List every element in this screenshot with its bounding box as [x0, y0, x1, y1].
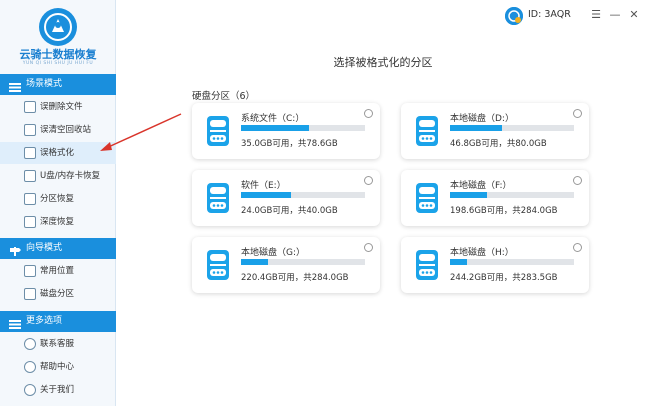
user-id: ID: 3AQR: [528, 9, 571, 20]
hard-disk-icon: [414, 181, 440, 215]
partition-capacity: 198.6GB可用，共284.0GB: [450, 206, 558, 216]
partition-radio[interactable]: [573, 109, 582, 118]
page-title: 选择被格式化的分区: [333, 56, 433, 69]
partition-card[interactable]: 本地磁盘（H:） 244.2GB可用，共283.5GB: [401, 237, 589, 293]
partition-capacity: 244.2GB可用，共283.5GB: [450, 273, 558, 283]
section-scene-mode: 场景模式: [0, 74, 116, 95]
app-logo: 云骑士数据恢复 YUN QI SHI SHU JU HUI FU: [0, 0, 116, 72]
partition-name: 本地磁盘（F:）: [450, 181, 512, 191]
sidebar-item-customer-service[interactable]: 联系客服: [0, 333, 116, 355]
hard-disk-icon: [414, 248, 440, 282]
partition-card[interactable]: 本地磁盘（G:） 220.4GB可用，共284.0GB: [192, 237, 380, 293]
partition-capacity: 24.0GB可用，共40.0GB: [241, 206, 338, 216]
usb-drive-icon: [24, 170, 36, 182]
sidebar-item-disk-partition[interactable]: 磁盘分区: [0, 283, 116, 305]
close-button[interactable]: ✕: [628, 9, 640, 21]
section-more-options: 更多选项: [0, 311, 116, 332]
section-wizard-mode: 向导模式: [0, 238, 116, 259]
deep-scan-icon: [24, 216, 36, 228]
file-delete-icon: [24, 101, 36, 113]
partition-radio[interactable]: [364, 176, 373, 185]
partition-name: 本地磁盘（G:）: [241, 248, 306, 258]
usage-bar: [241, 192, 365, 198]
usage-bar: [450, 192, 574, 198]
sidebar-item-help-center[interactable]: 帮助中心: [0, 356, 116, 378]
usage-bar: [241, 125, 365, 131]
usage-bar-fill: [450, 192, 488, 198]
partition-name: 系统文件（C:）: [241, 114, 305, 124]
hard-disk-icon: [205, 181, 231, 215]
sidebar-item-partition-recovery[interactable]: 分区恢复: [0, 188, 116, 210]
app-subtitle: YUN QI SHI SHU JU HUI FU: [22, 61, 94, 66]
partition-radio[interactable]: [573, 243, 582, 252]
partition-capacity: 35.0GB可用，共78.6GB: [241, 139, 338, 149]
common-location-icon: [24, 265, 36, 277]
usage-bar: [450, 259, 574, 265]
partition-icon: [24, 193, 36, 205]
partition-group-label: 硬盘分区（6）: [192, 91, 256, 102]
user-avatar-icon[interactable]: [505, 7, 523, 25]
menu-icon: [9, 317, 21, 329]
about-icon: [24, 384, 36, 396]
sidebar-item-formatted[interactable]: 误格式化: [0, 142, 116, 164]
app-name: 云骑士数据恢复: [19, 48, 97, 61]
minimize-button[interactable]: —: [609, 9, 621, 21]
recycle-bin-icon: [24, 124, 36, 136]
sidebar-item-common-location[interactable]: 常用位置: [0, 260, 116, 282]
disk-format-icon: [24, 147, 36, 159]
partition-card[interactable]: 本地磁盘（D:） 46.8GB可用，共80.0GB: [401, 103, 589, 159]
partition-name: 软件（E:）: [241, 181, 286, 191]
partition-capacity: 46.8GB可用，共80.0GB: [450, 139, 547, 149]
hard-disk-icon: [205, 248, 231, 282]
usage-bar: [241, 259, 365, 265]
customer-service-icon: [24, 338, 36, 350]
hard-disk-icon: [205, 114, 231, 148]
usage-bar-fill: [241, 125, 310, 131]
partition-radio[interactable]: [573, 176, 582, 185]
partition-card[interactable]: 本地磁盘（F:） 198.6GB可用，共284.0GB: [401, 170, 589, 226]
signpost-icon: [9, 244, 21, 256]
menu-button[interactable]: ☰: [590, 9, 602, 21]
sidebar-item-deep-recovery[interactable]: 深度恢复: [0, 211, 116, 233]
sidebar: 云骑士数据恢复 YUN QI SHI SHU JU HUI FU 场景模式 误删…: [0, 0, 116, 406]
app-window: 云骑士数据恢复 YUN QI SHI SHU JU HUI FU 场景模式 误删…: [0, 0, 650, 406]
usage-bar-fill: [450, 259, 468, 265]
partition-capacity: 220.4GB可用，共284.0GB: [241, 273, 349, 283]
partition-radio[interactable]: [364, 109, 373, 118]
partition-card[interactable]: 系统文件（C:） 35.0GB可用，共78.6GB: [192, 103, 380, 159]
sidebar-item-recycle-bin[interactable]: 误清空回收站: [0, 119, 116, 141]
disk-partition-icon: [24, 288, 36, 300]
hard-disk-icon: [414, 114, 440, 148]
partition-radio[interactable]: [364, 243, 373, 252]
sidebar-item-about-us[interactable]: 关于我们: [0, 379, 116, 401]
usage-bar: [450, 125, 574, 131]
partition-name: 本地磁盘（H:）: [450, 248, 514, 258]
knight-logo-icon: [39, 8, 77, 46]
usage-bar-fill: [450, 125, 503, 131]
sidebar-item-deleted-files[interactable]: 误删除文件: [0, 96, 116, 118]
partition-card[interactable]: 软件（E:） 24.0GB可用，共40.0GB: [192, 170, 380, 226]
partition-name: 本地磁盘（D:）: [450, 114, 514, 124]
usage-bar-fill: [241, 259, 269, 265]
list-icon: [9, 80, 21, 92]
help-icon: [24, 361, 36, 373]
sidebar-item-usb-card[interactable]: U盘/内存卡恢复: [0, 165, 116, 187]
usage-bar-fill: [241, 192, 291, 198]
